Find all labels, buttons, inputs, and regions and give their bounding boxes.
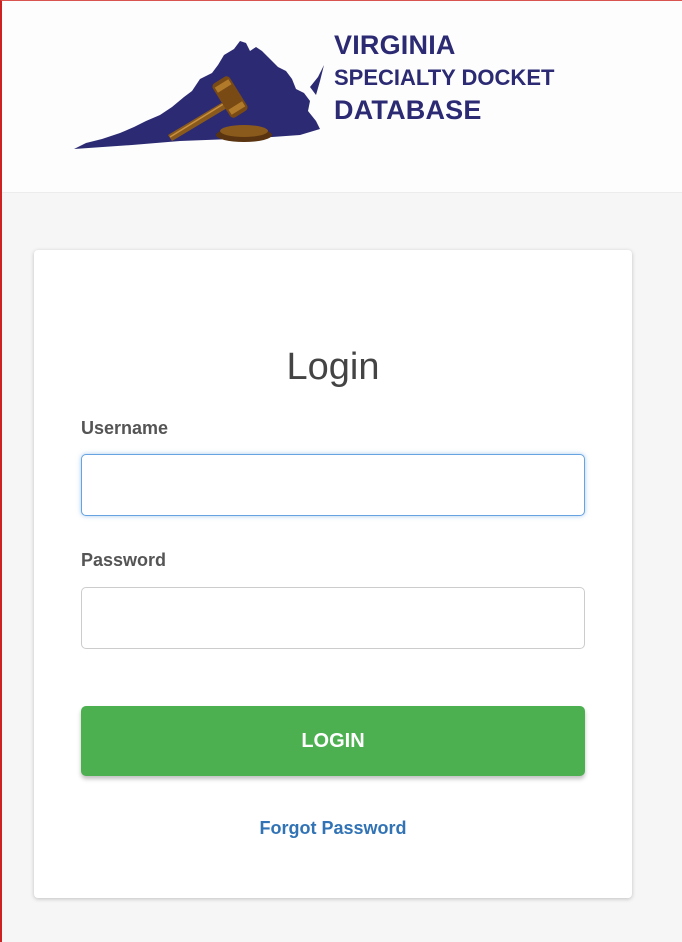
forgot-password-link[interactable]: Forgot Password (34, 818, 632, 839)
logo-line-database: DATABASE (334, 94, 482, 125)
password-label: Password (81, 550, 167, 570)
logo-line-virginia: VIRGINIA (334, 30, 456, 60)
username-input[interactable] (81, 454, 585, 516)
site-logo[interactable]: VIRGINIA SPECIALTY DOCKET DATABASE (72, 27, 612, 167)
site-header: VIRGINIA SPECIALTY DOCKET DATABASE (2, 1, 682, 193)
login-button[interactable]: LOGIN (81, 706, 585, 776)
logo-line-specialty-docket: SPECIALTY DOCKET (334, 64, 555, 90)
password-input[interactable] (81, 587, 585, 649)
page-frame: VIRGINIA SPECIALTY DOCKET DATABASE Login… (0, 0, 682, 942)
username-label: Username (81, 418, 169, 438)
login-title: Login (286, 346, 380, 388)
login-card: Login Username Password LOGIN Forgot Pas… (34, 250, 632, 898)
virginia-map-gavel-icon (74, 41, 324, 149)
logo-text: VIRGINIA SPECIALTY DOCKET DATABASE (334, 30, 555, 126)
